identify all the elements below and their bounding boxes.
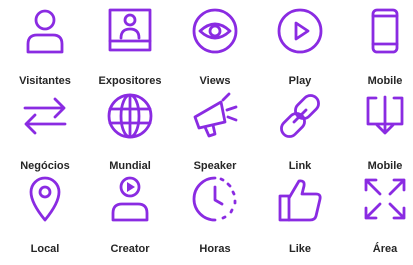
clock-icon xyxy=(192,176,238,222)
icon-tile-link: Link xyxy=(260,93,340,181)
exchange-arrows-icon xyxy=(22,93,68,139)
icon-tile-expositores: Expositores xyxy=(90,8,170,96)
icon-tile-area: Área xyxy=(345,176,413,264)
play-icon xyxy=(277,8,323,54)
icon-tile-mundial: Mundial xyxy=(90,93,170,181)
download-tray-icon xyxy=(362,93,408,139)
icon-grid: Visitantes Expositores Views Play Mobile… xyxy=(0,0,413,265)
icon-tile-horas: Horas xyxy=(175,176,255,264)
icon-tile-views: Views xyxy=(175,8,255,96)
eye-icon xyxy=(192,8,238,54)
icon-tile-local: Local xyxy=(5,176,85,264)
icon-tile-mobile-2: Mobile xyxy=(345,93,413,181)
exhibitor-board-icon xyxy=(107,8,153,54)
icon-tile-creator: Creator xyxy=(90,176,170,264)
icon-tile-negocios: Negócios xyxy=(5,93,85,181)
globe-icon xyxy=(107,93,153,139)
icon-tile-like: Like xyxy=(260,176,340,264)
icon-tile-mobile: Mobile xyxy=(345,8,413,96)
mobile-phone-icon xyxy=(362,8,408,54)
icon-label: Mobile xyxy=(367,160,403,172)
icon-tile-speaker: Speaker xyxy=(175,92,255,181)
icon-tile-play: Play xyxy=(260,8,340,96)
creator-user-play-icon xyxy=(107,176,153,222)
link-icon xyxy=(277,93,323,139)
icon-label: Mobile xyxy=(367,75,403,87)
icon-tile-visitantes: Visitantes xyxy=(5,8,85,96)
thumbs-up-icon xyxy=(277,176,323,222)
icon-label: Área xyxy=(372,243,398,255)
expand-arrows-icon xyxy=(362,176,408,222)
location-pin-icon xyxy=(22,176,68,222)
user-icon xyxy=(22,8,68,54)
megaphone-icon xyxy=(192,92,238,139)
